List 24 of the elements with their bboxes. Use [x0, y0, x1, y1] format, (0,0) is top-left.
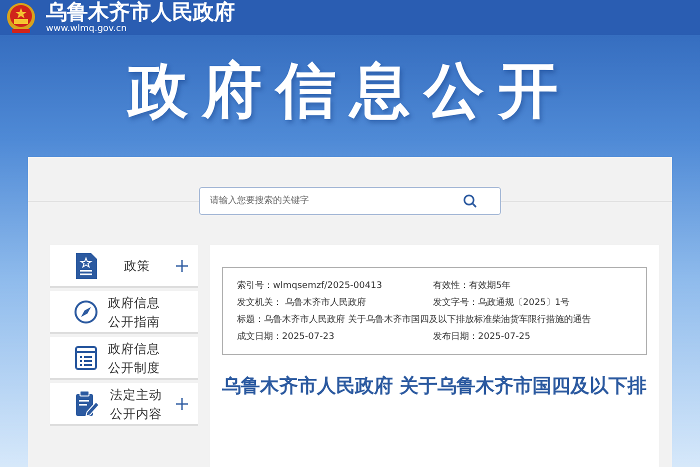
sidebar-item[interactable]: 政府信息公开指南	[50, 291, 198, 332]
sidebar-item[interactable]: 政府信息公开制度	[50, 337, 198, 378]
article-title: 乌鲁木齐市人民政府 关于乌鲁木齐市国四及以下排	[222, 374, 647, 399]
info-field: 有效性：有效期5年	[433, 278, 632, 295]
list-icon	[74, 344, 98, 370]
expand-icon[interactable]	[176, 260, 188, 272]
sidebar-item[interactable]: 法定主动公开内容	[50, 383, 198, 424]
banner-title: 政府信息公开	[128, 54, 572, 128]
sidebar-item[interactable]: 政策	[50, 245, 198, 286]
info-field: 发文字号：乌政通规〔2025〕1号	[433, 295, 632, 312]
info-field: 发布日期：2025-07-25	[433, 329, 632, 346]
site-url: www.wlmq.gov.cn	[46, 24, 128, 35]
clipboard-pen-icon	[74, 390, 100, 418]
document-star-icon	[74, 252, 98, 280]
search-icon[interactable]	[463, 194, 477, 208]
site-name[interactable]: 乌鲁木齐市人民政府	[46, 0, 235, 24]
search-field[interactable]: 请输入您要搜索的关键字	[199, 187, 501, 215]
emblem-icon	[4, 0, 38, 34]
info-field: 发文机关： 乌鲁木齐市人民政府	[237, 295, 433, 312]
expand-icon[interactable]	[176, 398, 188, 410]
info-field: 成文日期：2025-07-23	[237, 329, 433, 346]
info-field: 标题：乌鲁木齐市人民政府 关于乌鲁木齐市国四及以下排放标准柴油货车限行措施的通告	[237, 312, 632, 329]
info-field: 索引号：wlmqsemzf/2025-00413	[237, 278, 433, 295]
compass-icon	[74, 300, 98, 324]
